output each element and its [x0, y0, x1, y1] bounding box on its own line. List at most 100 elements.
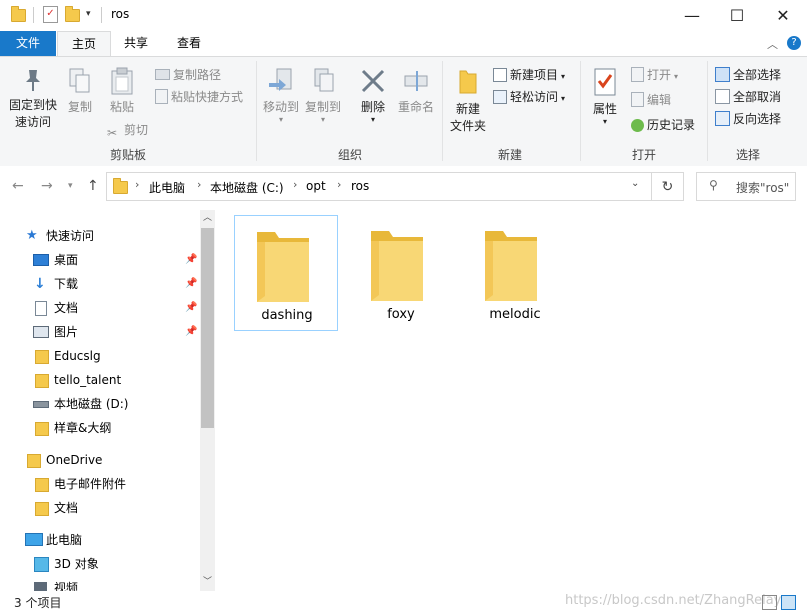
- select-all-button[interactable]: 全部选择: [715, 66, 781, 83]
- pin-icon: 📌: [185, 278, 198, 289]
- folder-item-foxy[interactable]: foxy: [349, 215, 453, 331]
- copy-to-button[interactable]: 复制到 ▾: [302, 67, 344, 124]
- nav-label: 图片: [54, 325, 79, 339]
- title-bar: ✓ ▾ ros — ☐ ✕: [0, 0, 807, 31]
- easy-access-button[interactable]: 轻松访问 ▾: [493, 88, 565, 105]
- dropdown-icon: ▾: [320, 115, 325, 124]
- chevron-right-icon: ›: [135, 178, 140, 191]
- new-folder-label-line1: 新建: [455, 102, 480, 116]
- help-icon[interactable]: ?: [787, 36, 801, 50]
- recent-locations-icon[interactable]: ▾: [68, 181, 73, 191]
- tab-file[interactable]: 文件: [0, 31, 56, 56]
- pin-quick-access-button[interactable]: 固定到快 速访问: [4, 67, 62, 130]
- paste-shortcut-button[interactable]: 粘贴快捷方式: [155, 88, 243, 105]
- folder-icon: [485, 231, 537, 301]
- properties-quick-icon[interactable]: ✓: [43, 6, 58, 23]
- nav-label: 桌面: [54, 253, 79, 267]
- dropdown-icon: ▾: [278, 115, 283, 124]
- divider: [580, 61, 581, 161]
- folder-icon: [35, 502, 49, 516]
- new-folder-quick-icon[interactable]: [65, 6, 80, 22]
- tab-view[interactable]: 查看: [164, 31, 214, 56]
- large-icons-view-icon[interactable]: [781, 595, 796, 610]
- back-button[interactable]: ←: [12, 178, 24, 194]
- details-view-icon[interactable]: [762, 595, 777, 610]
- maximize-button[interactable]: ☐: [714, 0, 760, 31]
- nav-label: 文档: [54, 501, 79, 515]
- close-button[interactable]: ✕: [760, 0, 806, 31]
- rename-button[interactable]: 重命名: [396, 67, 436, 115]
- copy-icon: [69, 68, 90, 93]
- scissors-icon: ✂: [107, 126, 118, 140]
- copy-label: 复制: [67, 100, 92, 114]
- pin-icon: [26, 70, 40, 91]
- new-folder-icon: [459, 70, 477, 94]
- new-item-button[interactable]: 新建项目 ▾: [493, 66, 565, 83]
- clipboard-icon: [111, 67, 133, 95]
- copy-path-icon: [155, 69, 170, 80]
- tab-home[interactable]: 主页: [57, 31, 111, 56]
- address-input[interactable]: › 此电脑 › 本地磁盘 (C:) › opt › ros ⌄: [106, 172, 652, 201]
- folder-item-melodic[interactable]: melodic: [463, 215, 567, 331]
- forward-button[interactable]: →: [41, 178, 53, 194]
- 3d-objects-icon: [34, 557, 49, 572]
- new-folder-label-line2: 文件夹: [449, 119, 486, 133]
- select-none-button[interactable]: 全部取消: [715, 88, 781, 105]
- tab-share[interactable]: 共享: [112, 31, 160, 56]
- easy-access-icon: [493, 90, 507, 104]
- folder-item-dashing[interactable]: dashing: [234, 215, 338, 331]
- new-folder-button[interactable]: 新建 文件夹: [448, 67, 488, 134]
- nav-label: 样章&大纲: [54, 421, 112, 435]
- collapse-ribbon-icon[interactable]: ︿: [767, 36, 778, 52]
- chevron-right-icon: ›: [197, 178, 202, 191]
- dropdown-icon: ▾: [561, 94, 566, 103]
- star-icon: ★: [26, 228, 38, 243]
- open-button[interactable]: 打开 ▾: [631, 66, 678, 83]
- up-button[interactable]: ↑: [87, 178, 99, 194]
- nav-label: 文档: [54, 301, 79, 315]
- invert-selection-button[interactable]: 反向选择: [715, 110, 781, 127]
- copy-path-button[interactable]: 复制路径: [155, 66, 221, 83]
- scrollbar-thumb[interactable]: [201, 228, 214, 428]
- dropdown-icon: ▾: [370, 115, 375, 124]
- pin-icon: 📌: [185, 254, 198, 265]
- paste-button[interactable]: 粘贴: [103, 67, 141, 115]
- breadcrumb-this-pc[interactable]: 此电脑: [149, 179, 185, 196]
- folder-name: dashing: [261, 308, 313, 323]
- properties-label: 属性: [592, 102, 617, 116]
- delete-button[interactable]: 删除 ▾: [356, 67, 390, 124]
- scroll-up-icon[interactable]: ︿: [203, 210, 212, 223]
- minimize-button[interactable]: —: [669, 0, 715, 31]
- edit-button[interactable]: 编辑: [631, 91, 671, 108]
- breadcrumb-opt[interactable]: opt: [306, 179, 326, 193]
- folder-icon: [35, 374, 49, 388]
- scroll-down-icon[interactable]: ﹀: [203, 574, 212, 587]
- address-dropdown-icon[interactable]: ⌄: [631, 178, 639, 189]
- copy-to-label: 复制到: [304, 100, 341, 114]
- open-group-label: 打开: [631, 148, 656, 162]
- navigation-pane: ★ 快速访问 桌面 📌 ↓ 下载 📌 文档 📌 图片 📌 Educslg tel…: [0, 207, 216, 592]
- invert-selection-icon: [715, 111, 730, 126]
- customize-toolbar-icon[interactable]: ▾: [86, 9, 91, 19]
- move-to-button[interactable]: 移动到 ▾: [260, 67, 302, 124]
- folder-name: melodic: [489, 307, 541, 322]
- copy-button[interactable]: 复制: [63, 67, 97, 115]
- divider: [101, 7, 102, 23]
- breadcrumb-drive-c[interactable]: 本地磁盘 (C:): [210, 179, 284, 196]
- search-input[interactable]: ⚲ 搜索"ros": [696, 172, 796, 201]
- delete-label: 删除: [360, 100, 385, 114]
- dropdown-icon: ▾: [674, 72, 679, 81]
- copy-to-icon: [314, 68, 334, 92]
- paste-shortcut-icon: [155, 89, 168, 104]
- breadcrumb-ros[interactable]: ros: [351, 179, 369, 193]
- cut-button[interactable]: ✂ 剪切: [107, 121, 148, 140]
- history-button[interactable]: 历史记录: [631, 116, 695, 133]
- properties-icon: [594, 68, 616, 96]
- document-icon: [35, 301, 47, 316]
- nav-label: 3D 对象: [54, 557, 99, 571]
- rename-icon: [404, 71, 428, 91]
- cut-label: 剪切: [124, 123, 149, 137]
- properties-button[interactable]: 属性 ▾: [586, 67, 624, 126]
- move-to-label: 移动到: [262, 100, 299, 114]
- refresh-button[interactable]: ↻: [652, 172, 684, 201]
